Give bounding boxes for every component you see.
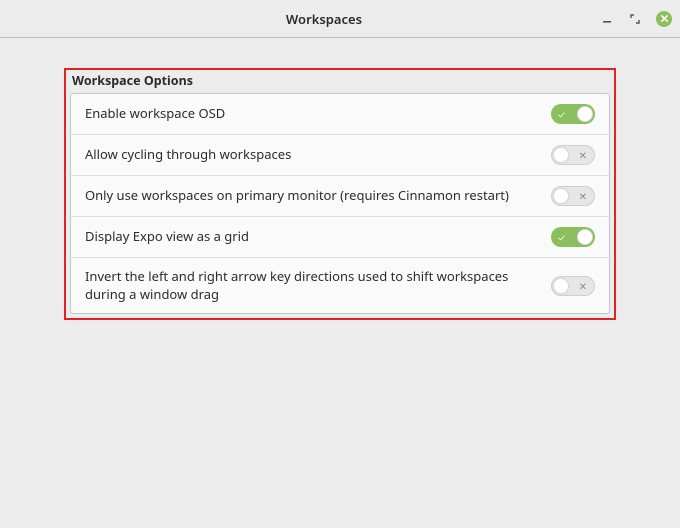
toggle-knob: [553, 147, 569, 163]
close-button[interactable]: [656, 11, 672, 27]
minimize-icon: [602, 14, 612, 24]
option-label: Invert the left and right arrow key dire…: [85, 268, 551, 303]
maximize-icon: [630, 14, 640, 24]
workspace-options-highlight: Workspace Options Enable workspace OSD ✓ A…: [64, 68, 616, 320]
option-label: Display Expo view as a grid: [85, 228, 551, 246]
x-icon: ✕: [579, 148, 587, 162]
check-icon: ✓: [558, 230, 565, 244]
option-row: Display Expo view as a grid ✓: [71, 216, 609, 257]
option-toggle[interactable]: ✓: [551, 104, 595, 124]
close-icon: [660, 14, 669, 23]
option-row: Allow cycling through workspaces ✕: [71, 134, 609, 175]
option-row: Enable workspace OSD ✓: [71, 94, 609, 134]
option-row: Invert the left and right arrow key dire…: [71, 257, 609, 313]
option-label: Allow cycling through workspaces: [85, 146, 551, 164]
minimize-button[interactable]: [600, 12, 614, 26]
option-toggle[interactable]: ✕: [551, 145, 595, 165]
group-title: Workspace Options: [70, 70, 195, 91]
content-area: Workspace Options Enable workspace OSD ✓ A…: [0, 38, 680, 320]
window-title: Workspaces: [48, 10, 600, 28]
window-controls: [600, 11, 672, 27]
maximize-button[interactable]: [628, 12, 642, 26]
toggle-knob: [577, 106, 593, 122]
option-toggle[interactable]: ✕: [551, 186, 595, 206]
options-box: Enable workspace OSD ✓ Allow cycling throu…: [70, 93, 610, 314]
check-icon: ✓: [558, 107, 565, 121]
toggle-knob: [553, 188, 569, 204]
toggle-knob: [577, 229, 593, 245]
toggle-knob: [553, 278, 569, 294]
titlebar: Workspaces: [0, 0, 680, 38]
option-row: Only use workspaces on primary monitor (…: [71, 175, 609, 216]
option-toggle[interactable]: ✕: [551, 276, 595, 296]
option-label: Only use workspaces on primary monitor (…: [85, 187, 551, 205]
x-icon: ✕: [579, 189, 587, 203]
option-toggle[interactable]: ✓: [551, 227, 595, 247]
x-icon: ✕: [579, 279, 587, 293]
option-label: Enable workspace OSD: [85, 105, 551, 123]
